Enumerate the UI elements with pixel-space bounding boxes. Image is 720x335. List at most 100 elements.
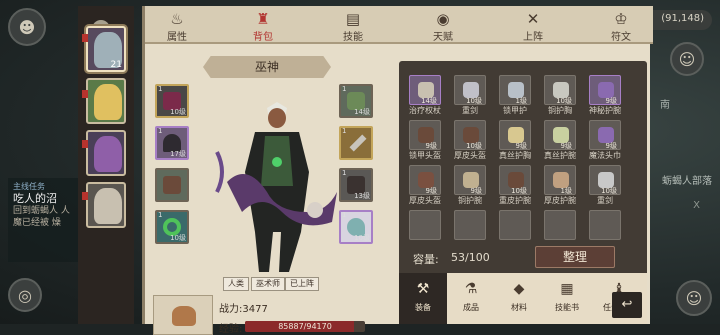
item-name: 厚皮头盔 [409,196,441,205]
map-direction-south: 南 [660,100,670,111]
power-stat: 战力:3477 [219,300,268,315]
player-avatar[interactable]: ☻ [8,8,46,46]
tab-bag[interactable]: ♜ 背包 [233,6,293,44]
item-name: 铜护胸 [548,106,572,115]
character-card-2[interactable] [86,78,126,124]
item-name: 厚皮头盔 [454,151,486,160]
item-frame: 9级 [454,165,486,195]
inventory-item[interactable]: 10级 重皮护腕 [497,165,533,205]
tab-talent[interactable]: ◉ 天赋 [413,6,473,44]
item-frame [409,210,441,240]
swords-icon: ✕ [526,10,540,28]
tab-products[interactable]: ⚗ 成品 [447,273,495,324]
tab-deploy[interactable]: ✕ 上阵 [503,6,563,44]
inventory-item[interactable]: 9级 厚皮头盔 [407,165,443,205]
tab-label: 背包 [253,32,273,43]
inventory-item[interactable]: 10级 铜护胸 [542,75,578,115]
inventory-item[interactable]: 9级 锁甲头盔 [407,120,443,160]
bag-icon: ♜ [256,10,270,28]
item-name: 真丝护胸 [499,151,531,160]
exp-bar: 85887/94170 [245,321,365,332]
inventory-item[interactable]: 9级 魔法头巾 [587,120,623,160]
tab-label: 材料 [511,303,527,312]
inventory-item[interactable]: 1级 厚皮护腕 [542,165,578,205]
tab-skills[interactable]: ▤ 技能 [323,6,383,44]
tab-label: 技能书 [555,303,579,312]
tab-equipment[interactable]: ⚒ 装备 [399,273,447,324]
tab-materials[interactable]: ◆ 材料 [495,273,543,324]
item-frame: 10级 [454,120,486,150]
selected-marker [82,34,88,42]
inventory-item[interactable]: 9级 神秘护腕 [587,75,623,115]
map-companion-portrait[interactable]: ☺ [676,280,712,316]
exp-value: 85887/94170 [278,322,332,331]
equip-slot-ring[interactable]: 1 10级 [155,210,189,244]
sort-button[interactable]: 整理 [535,246,615,268]
character-portrait [94,136,122,172]
map-player-portrait[interactable]: ☺ [670,42,704,76]
menu-round-button[interactable]: ◎ [8,278,42,312]
inventory-item[interactable] [542,210,578,243]
quest-desc: 回到蛎蝎人 人魔已经被 燥 [13,206,70,228]
item-name: 铜护腕 [458,196,482,205]
inventory-item[interactable] [497,210,533,243]
inventory-item[interactable]: 10级 重剑 [587,165,623,205]
item-frame [499,210,531,240]
tab-runes[interactable]: ♔ 符文 [591,6,651,44]
capacity-value: 53/100 [451,251,490,264]
item-name: 真丝护腕 [544,151,576,160]
equip-slot-head[interactable]: 1 10级 [155,84,189,118]
quest-panel[interactable]: 主线任务 吃人的沼 回到蛎蝎人 人魔已经被 燥 [8,178,80,262]
item-frame: 9级 [544,120,576,150]
slot-level: 13级 [354,192,370,200]
character-card-4[interactable] [86,182,126,228]
item-frame [454,210,486,240]
tab-attributes[interactable]: ♨ 属性 [147,6,207,44]
inventory-item[interactable]: 10级 重剑 [452,75,488,115]
slot-level: 10级 [170,108,186,116]
character-card-1[interactable]: 21 [86,26,126,72]
tab-label: 天赋 [433,32,453,43]
character-card-3[interactable] [86,130,126,176]
inventory-item[interactable] [407,210,443,243]
tab-label: 技能 [343,32,363,43]
book-icon: ▤ [345,10,361,28]
slot-level: 10级 [354,234,370,242]
scroll-icon: ▦ [560,281,574,297]
inventory-item[interactable]: 9级 铜护腕 [452,165,488,205]
inventory-item[interactable]: 9级 真丝护腕 [542,120,578,160]
item-frame: 10级 [589,165,621,195]
tab-skillbooks[interactable]: ▦ 技能书 [543,273,591,324]
equip-slot-shoulder[interactable]: 1 17级 [155,126,189,160]
inventory-pane: 14级 治疗权杖 10级 重剑 1级 锁甲护 10级 铜护胸 9级 神秘护腕 9级 锁甲头盔 10级 厚皮… [399,61,647,324]
pet-slot[interactable] [153,295,213,335]
item-frame: 14级 [409,75,441,105]
item-name: 治疗权杖 [409,106,441,115]
equip-slot-cloak[interactable] [155,168,189,202]
inventory-item[interactable] [587,210,623,243]
item-frame: 9级 [589,120,621,150]
slot-quality: 1 [158,127,163,135]
inventory-item[interactable]: 14级 治疗权杖 [407,75,443,115]
cloak-icon [163,176,181,194]
item-frame: 9级 [589,75,621,105]
inventory-item[interactable]: 10级 厚皮头盔 [452,120,488,160]
item-frame: 10级 [454,75,486,105]
hero-tag-status: 已上阵 [285,277,319,291]
tab-label: 属性 [167,32,187,43]
power-label: 战力: [219,304,243,315]
item-frame: 10级 [499,165,531,195]
hammer-icon: ⚒ [416,281,430,297]
map-location-label: 蛎蝎人部落 [662,176,712,187]
inventory-item[interactable]: 1级 锁甲护 [497,75,533,115]
eye-icon: ◉ [436,10,450,28]
inventory-item[interactable] [452,210,488,243]
tab-label: 装备 [415,303,431,312]
item-frame: 10级 [544,75,576,105]
back-button[interactable]: ↩ [612,292,642,318]
inventory-item[interactable]: 9级 真丝护胸 [497,120,533,160]
ore-icon: ◆ [513,281,525,297]
character-portrait [94,84,122,120]
item-frame: 9级 [499,120,531,150]
tab-label: 上阵 [523,32,543,43]
